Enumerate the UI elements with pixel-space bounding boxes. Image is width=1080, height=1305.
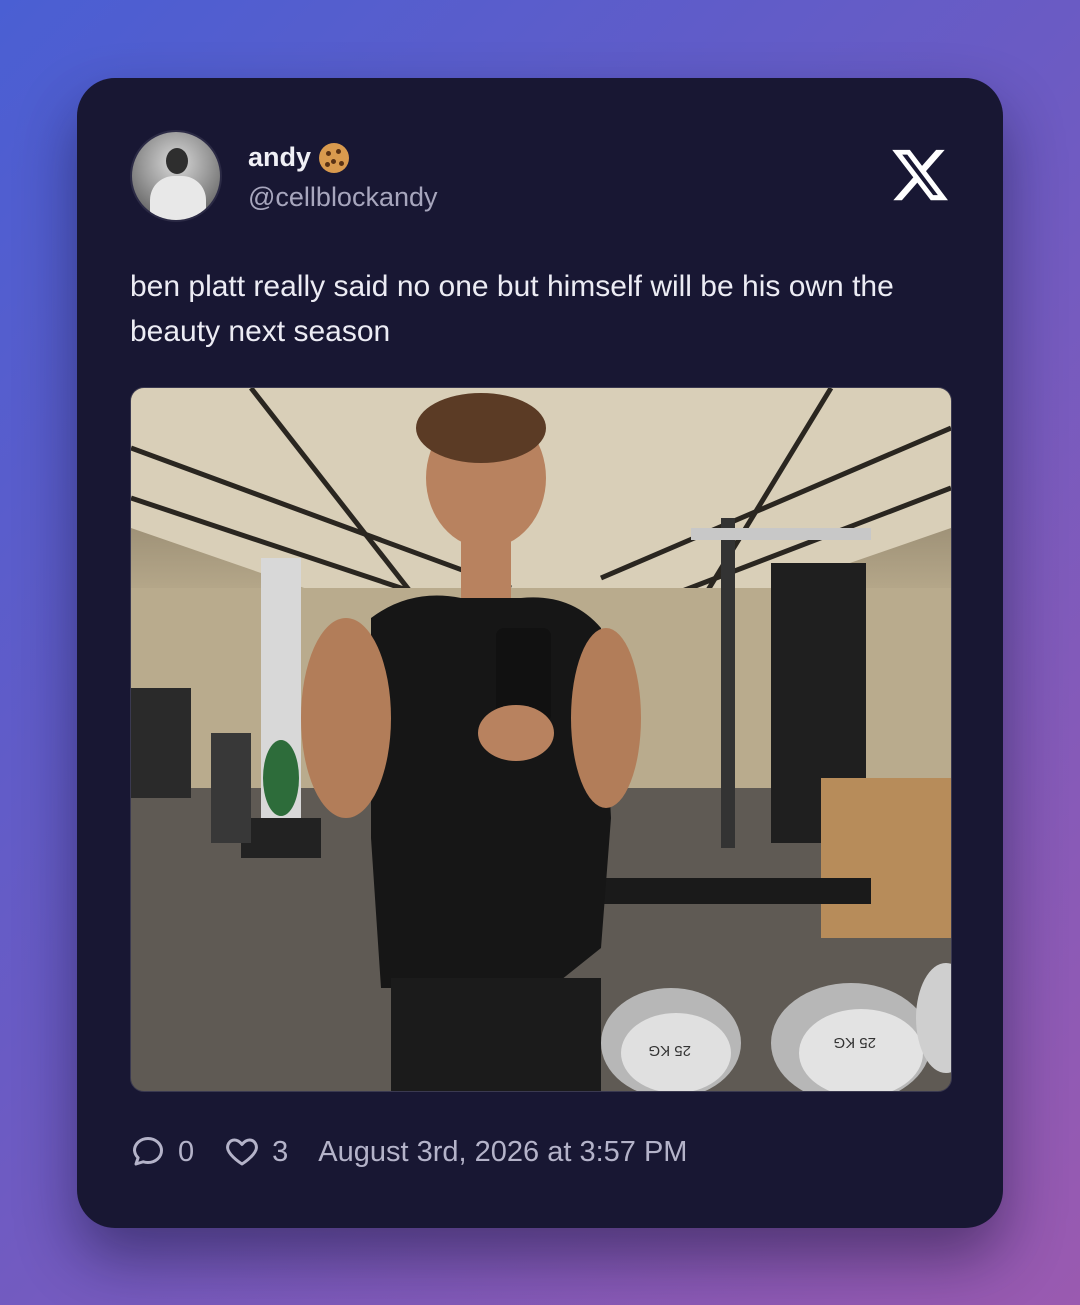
reply-count: 0 <box>178 1135 195 1168</box>
tweet-card: andy @cellblockandy ben platt really sai… <box>77 78 1003 1228</box>
gym-mirror-selfie-illustration: 25 KG 25 KG <box>131 388 951 1091</box>
like-count: 3 <box>272 1135 289 1168</box>
dumbbell-label-2: 25 KG <box>833 1034 876 1051</box>
cookie-icon <box>319 142 350 173</box>
like-stat[interactable]: 3 <box>224 1134 288 1170</box>
avatar[interactable] <box>130 130 222 222</box>
tweet-timestamp[interactable]: August 3rd, 2026 at 3:57 PM <box>318 1136 687 1169</box>
avatar-head <box>166 148 188 174</box>
tweet-text: ben platt really said no one but himself… <box>130 270 894 348</box>
author-display-name[interactable]: andy <box>248 142 311 173</box>
reply-stat[interactable]: 0 <box>130 1134 194 1170</box>
author-name-row: andy <box>248 142 350 173</box>
x-logo-icon[interactable] <box>889 144 951 206</box>
tweet-footer: 0 3 August 3rd, 2026 at 3:57 PM <box>130 1130 687 1174</box>
reply-bubble-icon <box>133 1137 163 1166</box>
author-handle[interactable]: @cellblockandy <box>248 182 438 213</box>
tweet-media-image[interactable]: 25 KG 25 KG <box>130 387 952 1092</box>
avatar-body <box>150 176 206 220</box>
heart-icon <box>226 1138 258 1166</box>
dumbbell-label-1: 25 KG <box>648 1042 691 1059</box>
